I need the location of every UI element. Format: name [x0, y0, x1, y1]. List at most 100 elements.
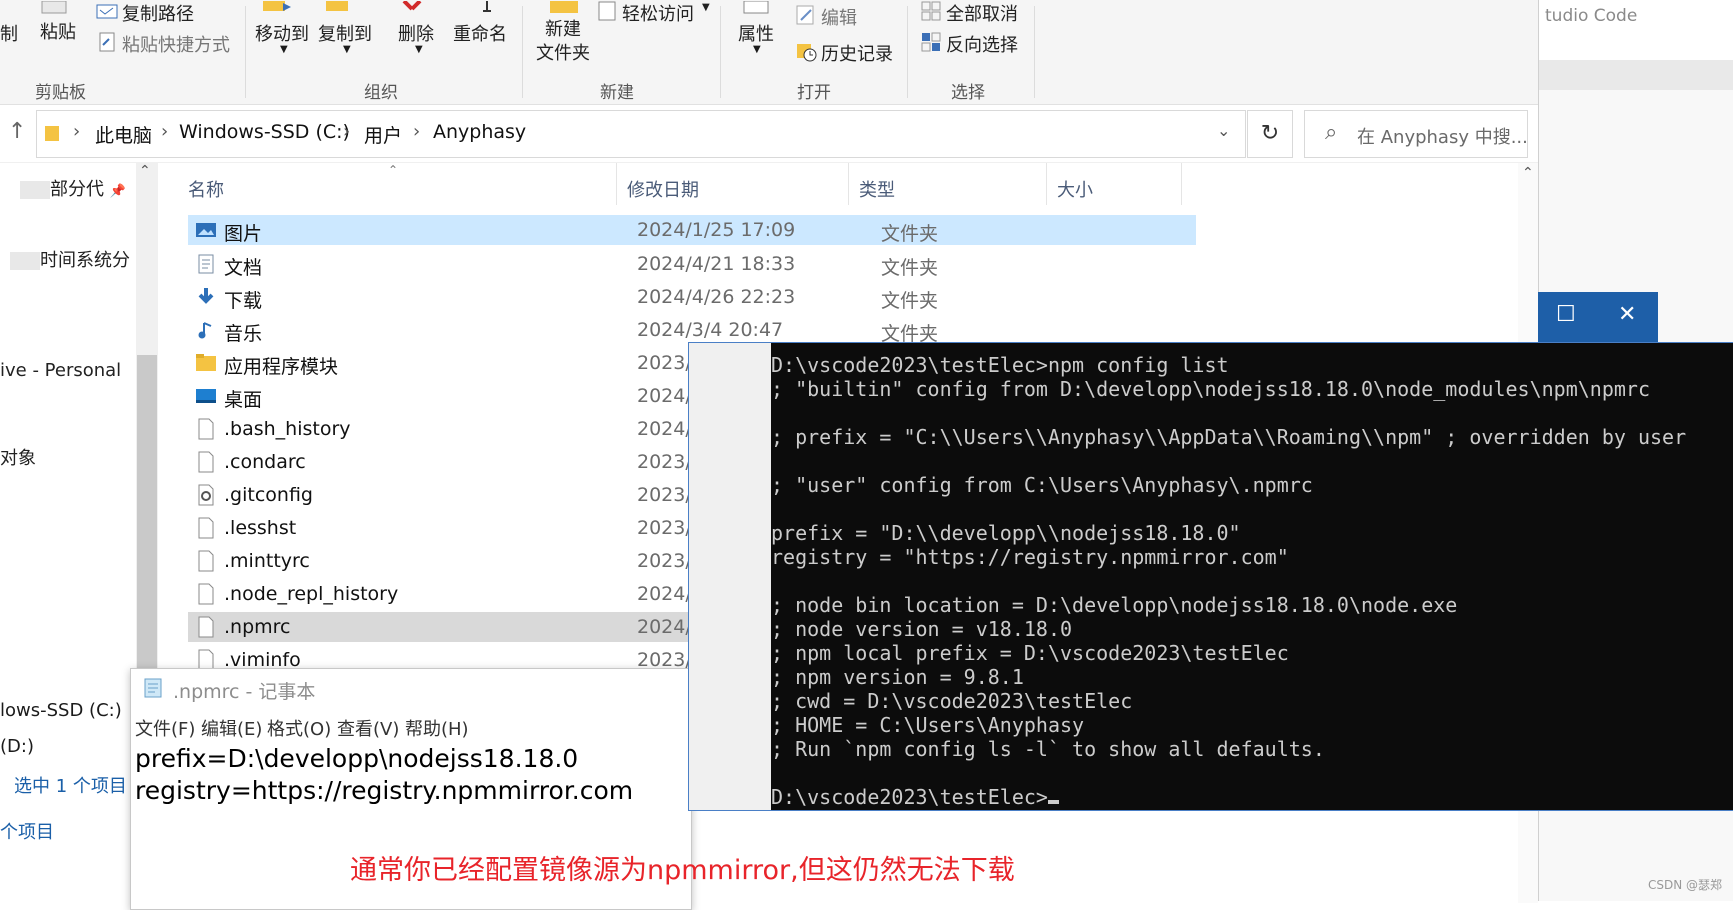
terminal-window[interactable]: D:\vscode2023\testElec>npm config list ;…	[688, 342, 1733, 811]
ribbon-separator	[1034, 6, 1035, 98]
search-placeholder: 在 Anyphasy 中搜...	[1357, 127, 1528, 148]
terminal-text: D:\vscode2023\testElec>npm config list ;…	[771, 353, 1687, 809]
file-type: 文件夹	[881, 257, 939, 279]
breadcrumb-anyphasy[interactable]: Anyphasy	[433, 121, 526, 143]
properties-icon	[743, 0, 769, 14]
documents-folder-icon	[196, 253, 216, 275]
invert-selection-button[interactable]: 反向选择	[920, 31, 1018, 57]
ribbon-separator	[720, 6, 721, 98]
nav-item-onedrive[interactable]: ive - Personal	[0, 360, 121, 381]
file-row[interactable]: 音乐 2024/3/4 20:47 文件夹	[188, 315, 1196, 345]
file-name: 桌面	[224, 389, 263, 411]
new-folder-button[interactable]: 新建 文件夹	[530, 0, 600, 64]
terminal-output[interactable]: D:\vscode2023\testElec>npm config list ;…	[771, 353, 1686, 809]
nav-scroll-thumb[interactable]	[137, 355, 157, 705]
menu-help[interactable]: 帮助(H)	[405, 715, 469, 741]
delete-x-icon	[402, 0, 422, 11]
invert-selection-label: 反向选择	[946, 35, 1018, 56]
bg-window-title: tudio Code	[1545, 6, 1638, 26]
breadcrumb-this-pc[interactable]: 此电脑	[95, 121, 152, 148]
properties-button[interactable]: 属性 ▼	[738, 0, 778, 55]
file-row[interactable]: 图片 2024/1/25 17:09 文件夹	[188, 215, 1196, 245]
column-divider[interactable]	[1181, 163, 1182, 205]
copy-to-button[interactable]: 复制到 ▼	[318, 0, 372, 55]
nav-item-objects[interactable]: 对象	[0, 444, 36, 470]
annotation-caption: 通常你已经配置镜像源为npmmirror,但这仍然无法下载	[350, 855, 1015, 886]
file-icon	[196, 418, 216, 440]
properties-dropdown-icon: ▼	[753, 44, 761, 55]
sort-ascending-icon: ⌃	[388, 163, 399, 177]
column-header-name[interactable]: 名称 ⌃	[178, 163, 616, 205]
nav-item-drive-d[interactable]: (D:)	[0, 736, 34, 757]
notepad-titlebar[interactable]: .npmrc - 记事本	[131, 669, 691, 707]
file-modified-date: 2024/3/4 20:47	[637, 319, 784, 341]
column-header-size[interactable]: 大小	[1047, 163, 1167, 205]
history-icon	[797, 44, 817, 62]
status-item-count: 个项目	[0, 822, 54, 843]
copy-path-button[interactable]: 复制路径	[96, 0, 194, 26]
file-row[interactable]: 文档 2024/4/21 18:33 文件夹	[188, 249, 1196, 279]
rename-button[interactable]: 重命名	[453, 0, 513, 45]
maximize-icon[interactable]: ☐	[1556, 302, 1576, 327]
file-modified-date: 2024/	[637, 616, 692, 638]
menu-view[interactable]: 查看(V)	[337, 715, 399, 741]
edit-button[interactable]: 编辑	[795, 4, 857, 30]
terminal-left-gutter	[689, 343, 771, 810]
breadcrumb-users[interactable]: 用户	[364, 121, 402, 148]
easy-access-label: 轻松访问	[622, 4, 694, 25]
move-to-icon	[263, 1, 291, 11]
move-to-button[interactable]: 移动到 ▼	[255, 0, 309, 55]
up-arrow-icon[interactable]: ↑	[8, 119, 26, 144]
file-modified-date: 2024/4/21 18:33	[637, 253, 796, 275]
paste-shortcut-button[interactable]: 粘贴快捷方式	[96, 31, 230, 57]
paste-button[interactable]: 粘贴	[40, 0, 76, 43]
file-modified-date: 2023/	[637, 550, 692, 572]
terminal-titlebar[interactable]: ☐ ✕	[1538, 292, 1658, 342]
notepad-text-area[interactable]: prefix=D:\developp\nodejss18.18.0 regist…	[135, 743, 685, 807]
status-selected-count: 选中 1 个项目	[14, 776, 127, 797]
close-icon[interactable]: ✕	[1618, 302, 1636, 327]
chevron-down-icon[interactable]: ⌄	[1217, 121, 1230, 140]
rename-label: 重命名	[453, 24, 507, 45]
file-modified-date: 2024/	[637, 583, 692, 605]
history-button[interactable]: 历史记录	[795, 40, 893, 66]
delete-button[interactable]: 删除 ▼	[398, 0, 438, 55]
ribbon-separator	[907, 6, 908, 98]
breadcrumb-drive-c[interactable]: Windows-SSD (C:)	[179, 121, 350, 143]
nav-item[interactable]: 时间系统分	[10, 246, 130, 272]
scroll-up-icon[interactable]: ⌃	[139, 163, 151, 179]
file-name: 图片	[224, 223, 263, 245]
file-name: .node_repl_history	[224, 583, 399, 605]
refresh-button[interactable]: ↻	[1247, 110, 1293, 158]
new-folder-icon	[550, 1, 578, 13]
file-icon	[196, 583, 216, 605]
nav-item-drive-c[interactable]: lows-SSD (C:)	[0, 700, 122, 721]
menu-format[interactable]: 格式(O)	[267, 715, 331, 741]
folder-icon	[45, 126, 59, 141]
downloads-folder-icon	[196, 286, 216, 308]
pictures-folder-icon	[196, 219, 216, 241]
cut-button[interactable]: 制	[0, 20, 18, 46]
select-none-button[interactable]: 全部取消	[920, 0, 1018, 26]
scroll-up-icon[interactable]: ⌃	[1522, 165, 1534, 181]
copy-to-icon	[326, 1, 348, 11]
menu-file[interactable]: 文件(F)	[135, 715, 195, 741]
chevron-right-icon: ›	[413, 121, 421, 142]
nav-item[interactable]: 部分代 📌	[20, 175, 126, 201]
column-header-modified[interactable]: 修改日期	[617, 163, 847, 205]
menu-edit[interactable]: 编辑(E)	[201, 715, 262, 741]
group-organize: 组织	[364, 83, 398, 103]
address-bar[interactable]: › 此电脑 › Windows-SSD (C:) › 用户 › Anyphasy…	[36, 110, 1246, 158]
properties-label: 属性	[738, 24, 774, 45]
easy-access-button[interactable]: 轻松访问 ▼	[596, 0, 710, 26]
select-none-label: 全部取消	[946, 4, 1018, 25]
column-header-type[interactable]: 类型	[849, 163, 1019, 205]
search-box[interactable]: ⌕ 在 Anyphasy 中搜...	[1304, 110, 1528, 158]
chevron-right-icon: ›	[73, 121, 81, 142]
chevron-right-icon: ›	[161, 121, 169, 142]
file-modified-date: 2023/	[637, 484, 692, 506]
ribbon: 制 粘贴 复制路径 粘贴快捷方式 剪贴板 移动到 ▼ 复制到 ▼ 删除 ▼ 重命…	[0, 0, 1538, 105]
blurred-icon	[20, 181, 50, 199]
file-row[interactable]: 下载 2024/4/26 22:23 文件夹	[188, 282, 1196, 312]
select-none-icon	[921, 1, 941, 21]
